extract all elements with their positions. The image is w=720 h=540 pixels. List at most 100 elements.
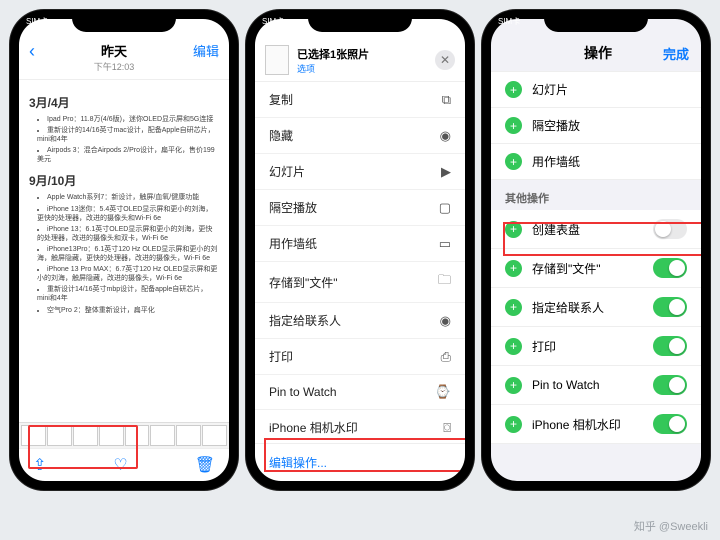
action-icon: ⌚ — [435, 384, 451, 400]
add-icon: + — [505, 338, 522, 355]
section-heading: 3月/4月 — [29, 94, 219, 111]
action-label: Pin to Watch — [269, 385, 435, 399]
action-row[interactable]: 用作墙纸▭ — [255, 226, 465, 262]
action-label: 幻灯片 — [269, 163, 441, 180]
list-item: iPhone 13 Pro MAX：6.7英寸120 Hz OLED显示屏和更小… — [37, 265, 219, 283]
list-item: 空气Pro 2：整体重新设计，扁平化 — [37, 306, 219, 315]
section-heading: 9月/10月 — [29, 172, 219, 189]
status-bar: SIM卡 — [262, 16, 284, 27]
action-row[interactable]: + 创建表盘 — [491, 210, 701, 249]
phone-1: SIM卡 ‹ 昨天 下午12:03 编辑 3月/4月 Ipad Pro：11.8… — [10, 10, 238, 490]
action-label: 指定给联系人 — [269, 312, 440, 329]
list-item: 重新设计14/16英寸mbp设计，配备apple自研芯片，mini和4年 — [37, 285, 219, 303]
action-label: Pin to Watch — [532, 378, 643, 392]
action-label: 打印 — [269, 348, 441, 365]
action-label: 复制 — [269, 91, 442, 108]
add-icon: + — [505, 416, 522, 433]
list-item: Ipad Pro：11.8万(4/6版)，迷你OLED显示屏和5G连接 — [37, 115, 219, 124]
status-bar: SIM卡 — [498, 16, 520, 27]
list-item: iPhone 13迷你：5.4英寸OLED显示屏和更小的刘海，更快的处理器，改进… — [37, 205, 219, 223]
action-label: 隐藏 — [269, 127, 440, 144]
selected-count: 已选择1张照片 — [297, 46, 369, 62]
toggle-switch[interactable] — [653, 375, 687, 395]
action-row[interactable]: + 幻灯片 — [491, 72, 701, 108]
edit-actions-button[interactable]: 编辑操作... — [255, 443, 465, 481]
section-header: 其他操作 — [491, 180, 701, 210]
nav-title: 昨天 — [35, 41, 193, 60]
list-item: Airpods 3：混合Airpods 2/Pro设计，扁平化，售价199美元 — [37, 146, 219, 164]
share-icon[interactable]: ⇪ — [33, 455, 46, 475]
nav-subtitle: 下午12:03 — [35, 60, 193, 73]
favorite-icon[interactable]: ♡ — [113, 455, 127, 475]
action-row[interactable]: 复制⧉ — [255, 82, 465, 118]
action-row[interactable]: 幻灯片▶ — [255, 154, 465, 190]
add-icon: + — [505, 377, 522, 394]
action-icon: ⎙ — [441, 349, 451, 365]
action-label: 隔空播放 — [532, 117, 687, 134]
action-row[interactable]: 隔空播放▢ — [255, 190, 465, 226]
action-row[interactable]: +打印 — [491, 327, 701, 366]
action-icon: ▭ — [439, 236, 451, 252]
options-link[interactable]: 选项 — [297, 62, 369, 75]
close-icon[interactable]: ✕ — [435, 50, 455, 70]
add-icon: + — [505, 117, 522, 134]
action-row[interactable]: + Pin to Watch — [491, 366, 701, 405]
done-button[interactable]: 完成 — [663, 44, 689, 63]
action-row[interactable]: 存储到"文件"🗀 — [255, 262, 465, 303]
action-icon: ⌼ — [443, 420, 451, 436]
add-icon: + — [505, 153, 522, 170]
action-label: 隔空播放 — [269, 199, 439, 216]
toggle-switch[interactable] — [653, 219, 687, 239]
phone-2: SIM卡 已选择1张照片 选项 ✕ 复制⧉隐藏◉幻灯片▶隔空播放▢用作墙纸▭存储… — [246, 10, 474, 490]
toolbar: ⇪ ♡ 🗑 — [19, 448, 229, 481]
toggle-switch[interactable] — [653, 297, 687, 317]
toggle-switch[interactable] — [653, 414, 687, 434]
action-row[interactable]: + 用作墙纸 — [491, 144, 701, 180]
preview-thumb — [265, 45, 289, 75]
notch — [544, 10, 648, 32]
action-label: 指定给联系人 — [532, 299, 643, 316]
trash-icon[interactable]: 🗑 — [195, 455, 215, 475]
note-body: 3月/4月 Ipad Pro：11.8万(4/6版)，迷你OLED显示屏和5G连… — [19, 80, 229, 422]
add-icon: + — [505, 299, 522, 316]
action-row[interactable]: Pin to Watch⌚ — [255, 375, 465, 410]
action-row[interactable]: 指定给联系人◉ — [255, 303, 465, 339]
action-row[interactable]: + 存储到"文件" — [491, 249, 701, 288]
list-item: 重新设计的14/16英寸mac设计，配备Apple自研芯片，mini和4年 — [37, 126, 219, 144]
add-icon: + — [505, 260, 522, 277]
action-icon: 🗀 — [438, 271, 451, 293]
edit-button[interactable]: 编辑 — [193, 41, 219, 60]
action-label: 幻灯片 — [532, 81, 687, 98]
action-row[interactable]: + 隔空播放 — [491, 108, 701, 144]
add-icon: + — [505, 221, 522, 238]
notch — [72, 10, 176, 32]
action-label: iPhone 相机水印 — [269, 419, 443, 436]
status-bar: SIM卡 — [26, 16, 48, 27]
action-row[interactable]: 隐藏◉ — [255, 118, 465, 154]
toggle-switch[interactable] — [653, 336, 687, 356]
action-label: iPhone 相机水印 — [532, 416, 643, 433]
action-row[interactable]: + iPhone 相机水印 — [491, 405, 701, 444]
action-label: 创建表盘 — [532, 221, 643, 238]
action-icon: ⧉ — [442, 92, 451, 108]
action-icon: ◉ — [440, 128, 451, 144]
nav-title: 操作 — [533, 43, 663, 63]
action-row[interactable]: 打印⎙ — [255, 339, 465, 375]
add-icon: + — [505, 81, 522, 98]
notch — [308, 10, 412, 32]
thumbnail-strip[interactable] — [19, 422, 229, 448]
action-label: 用作墙纸 — [269, 235, 439, 252]
action-row[interactable]: iPhone 相机水印⌼ — [255, 410, 465, 443]
action-icon: ◉ — [440, 313, 451, 329]
action-label: 存储到"文件" — [532, 260, 643, 277]
phone-3: SIM卡 操作 完成 + 幻灯片 + 隔空播放 + 用作墙纸 其他操作 + 创建表盘 + 存储到… — [482, 10, 710, 490]
action-row[interactable]: + 指定给联系人 — [491, 288, 701, 327]
watermark: 知乎 @Sweekli — [634, 518, 708, 534]
action-icon: ▢ — [439, 200, 451, 216]
action-label: 用作墙纸 — [532, 153, 687, 170]
list-item: iPhone 13：6.1英寸OLED显示屏和更小的刘海，更快的处理器，改进的摄… — [37, 225, 219, 243]
action-label: 存储到"文件" — [269, 274, 438, 291]
action-list: 复制⧉隐藏◉幻灯片▶隔空播放▢用作墙纸▭存储到"文件"🗀指定给联系人◉打印⎙Pi… — [255, 82, 465, 443]
toggle-switch[interactable] — [653, 258, 687, 278]
action-icon: ▶ — [441, 164, 451, 180]
